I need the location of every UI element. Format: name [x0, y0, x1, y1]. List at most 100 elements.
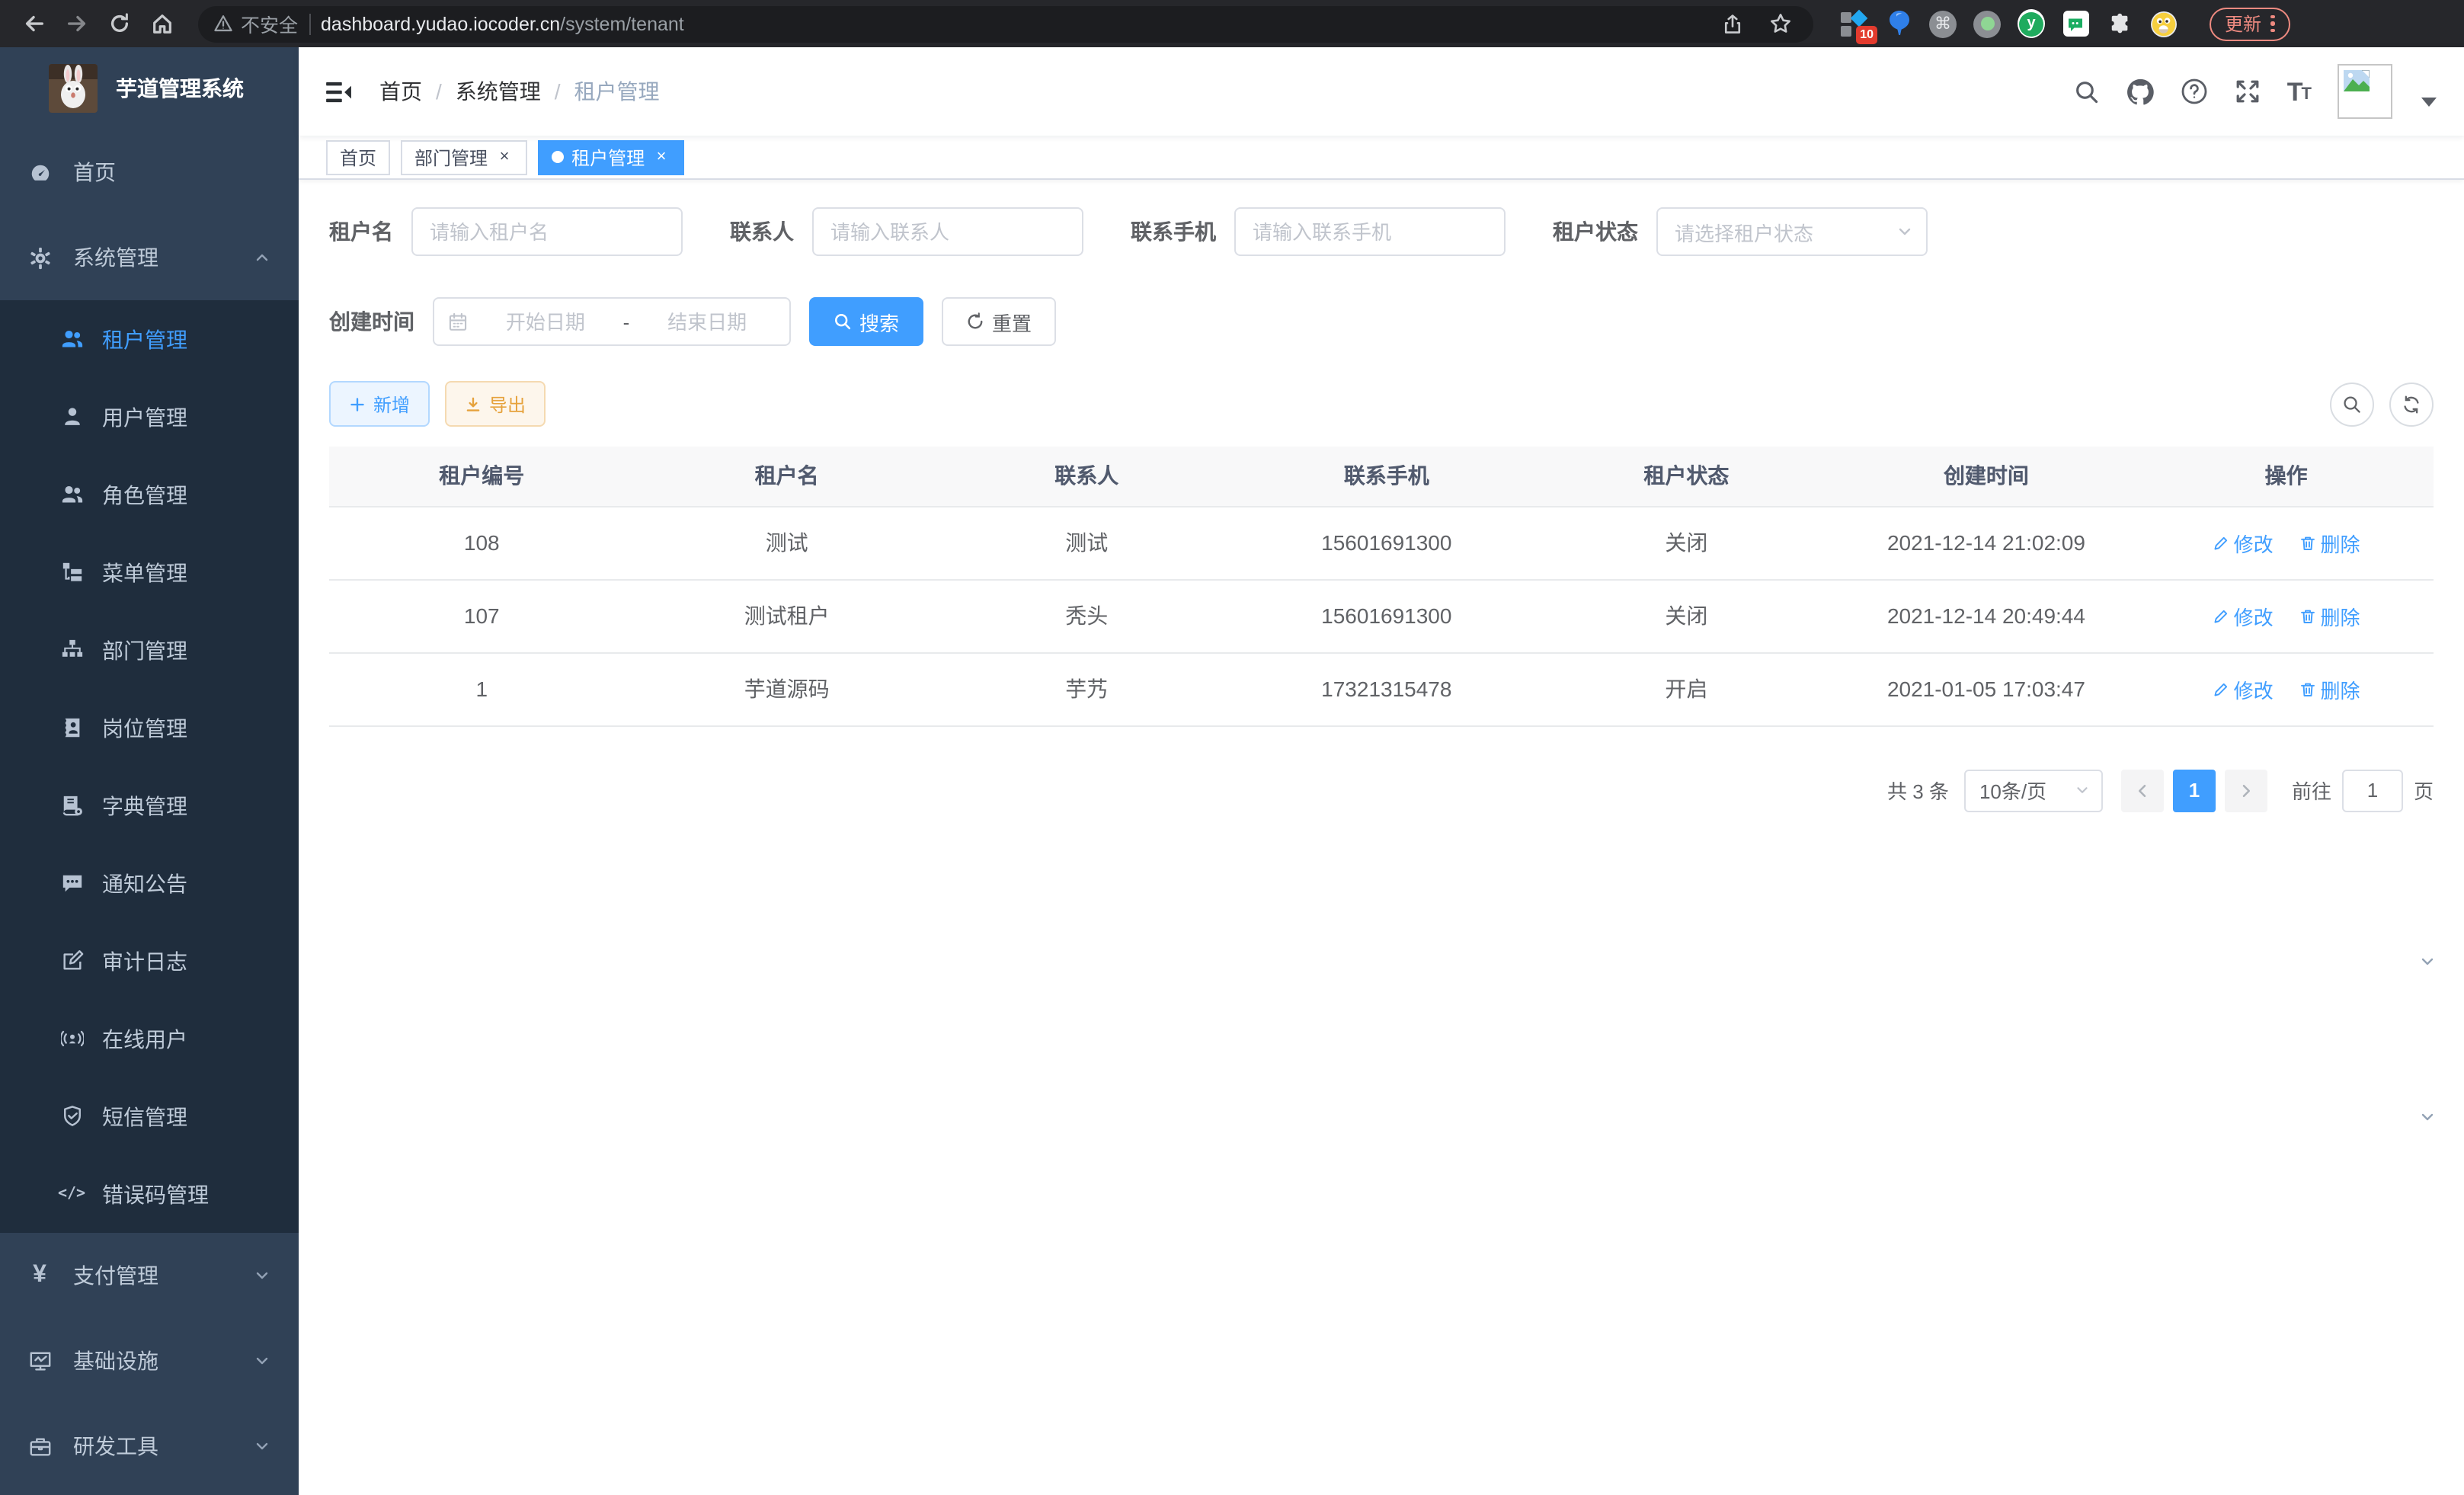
delete-link[interactable]: 删除 [2299, 674, 2360, 703]
browser-menu-icon[interactable] [2270, 15, 2274, 33]
sidebar-item-user[interactable]: 用户管理 [0, 378, 299, 456]
sidebar-item-label: 在线用户 [102, 1023, 187, 1054]
sidebar-item-tenant[interactable]: 租户管理 [0, 300, 299, 378]
tag-home[interactable]: 首页 [326, 139, 390, 174]
status-label: 租户状态 [1553, 216, 1638, 247]
security-warning[interactable]: 不安全 [213, 9, 298, 38]
extension-balloon-icon[interactable] [1885, 10, 1912, 37]
security-label: 不安全 [241, 9, 298, 38]
browser-back-icon[interactable] [15, 5, 52, 42]
toolbox-icon [27, 1435, 52, 1458]
search-button[interactable]: 搜索 [809, 297, 923, 346]
page-number-1[interactable]: 1 [2173, 769, 2216, 812]
avatar[interactable] [2338, 64, 2392, 119]
sidebar-item-sms[interactable]: 短信管理 [0, 1077, 299, 1155]
address-bar[interactable]: 不安全 dashboard.yudao.iocoder.cn/system/te… [198, 5, 1813, 42]
extension-messenger-icon[interactable] [2062, 10, 2089, 37]
delete-link[interactable]: 删除 [2299, 528, 2360, 557]
sidebar-item-dict[interactable]: 字典管理 [0, 767, 299, 844]
sidebar-item-label: 首页 [73, 157, 116, 187]
tag-tenant[interactable]: 租户管理 × [538, 139, 684, 174]
pen-icon [2213, 534, 2229, 551]
goto-page-input[interactable] [2342, 769, 2403, 812]
add-button[interactable]: 新增 [329, 381, 430, 427]
sidebar-logo[interactable]: 芋道管理系统 [0, 47, 299, 130]
sidebar-item-home[interactable]: 首页 [0, 130, 299, 215]
bookmark-star-icon[interactable] [1762, 5, 1798, 42]
omnibox-divider [309, 13, 310, 34]
close-icon[interactable]: × [495, 148, 514, 166]
extension-y-icon[interactable]: y [2018, 10, 2045, 37]
sidebar-item-tool[interactable]: 研发工具 [0, 1404, 299, 1489]
font-size-icon[interactable]: TT [2287, 78, 2312, 104]
table-row: 1 芋道源码 芋艿 17321315478 开启 2021-01-05 17:0… [329, 652, 2434, 725]
sidebar-item-menu[interactable]: 菜单管理 [0, 533, 299, 611]
edit-link[interactable]: 修改 [2213, 528, 2274, 557]
sidebar-item-post[interactable]: 岗位管理 [0, 689, 299, 767]
start-date-input[interactable] [477, 310, 614, 333]
browser-home-icon[interactable] [143, 5, 180, 42]
sidebar-item-notice[interactable]: 通知公告 [0, 844, 299, 922]
next-page-button[interactable] [2225, 769, 2267, 812]
edit-link[interactable]: 修改 [2213, 601, 2274, 630]
url-text: dashboard.yudao.iocoder.cn/system/tenant [321, 13, 684, 34]
reset-button[interactable]: 重置 [942, 297, 1056, 346]
export-button[interactable]: 导出 [445, 381, 546, 427]
tag-dept[interactable]: 部门管理 × [401, 139, 527, 174]
sidebar-item-audit[interactable]: 审计日志 [0, 922, 299, 1000]
yen-icon: ¥ [27, 1262, 52, 1289]
sidebar-item-online[interactable]: 在线用户 [0, 1000, 299, 1077]
extension-emoji-icon[interactable] [2150, 10, 2178, 37]
github-icon[interactable] [2126, 77, 2155, 106]
status-select[interactable]: 请选择租户状态 [1656, 207, 1928, 256]
cell-contact: 芋艿 [939, 652, 1234, 725]
sidebar-item-errcode[interactable]: </> 错误码管理 [0, 1155, 299, 1233]
tag-label: 租户管理 [571, 144, 645, 170]
delete-link[interactable]: 删除 [2299, 601, 2360, 630]
code-icon: </> [59, 1186, 84, 1202]
sidebar-item-system[interactable]: 系统管理 [0, 215, 299, 300]
page-size-select[interactable]: 10条/页 [1964, 769, 2103, 812]
date-range-picker[interactable]: - [433, 297, 791, 346]
edit-link[interactable]: 修改 [2213, 674, 2274, 703]
app-title: 芋道管理系统 [116, 73, 244, 104]
end-date-input[interactable] [638, 310, 776, 333]
cell-status: 开启 [1539, 652, 1834, 725]
breadcrumb-system[interactable]: 系统管理 [456, 76, 541, 107]
tag-label: 部门管理 [414, 144, 488, 170]
refresh-table-button[interactable] [2389, 382, 2434, 426]
tenant-name-input[interactable] [411, 207, 683, 256]
help-icon[interactable] [2181, 78, 2208, 105]
cell-name: 测试 [634, 506, 939, 579]
toggle-search-button[interactable] [2330, 382, 2374, 426]
sidebar-item-infra[interactable]: 基础设施 [0, 1318, 299, 1404]
extension-tab-manager-icon[interactable]: 10 [1841, 10, 1868, 37]
sidebar-item-dept[interactable]: 部门管理 [0, 611, 299, 689]
pagination-total: 共 3 条 [1887, 776, 1949, 805]
sidebar: 芋道管理系统 首页 系统管理 [0, 47, 299, 1495]
browser-update-button[interactable]: 更新 [2210, 7, 2290, 40]
browser-forward-icon[interactable] [58, 5, 94, 42]
browser-reload-icon[interactable] [101, 5, 137, 42]
share-icon[interactable] [1714, 5, 1751, 42]
extensions-puzzle-icon[interactable] [2106, 10, 2133, 37]
caret-down-icon[interactable] [2421, 98, 2437, 107]
close-icon[interactable]: × [652, 148, 670, 166]
fullscreen-icon[interactable] [2234, 78, 2261, 105]
prev-page-button[interactable] [2121, 769, 2164, 812]
chevron-down-icon [2074, 782, 2091, 799]
plus-icon [349, 395, 366, 412]
sidebar-toggle-icon[interactable] [326, 80, 352, 103]
sidebar-item-role[interactable]: 角色管理 [0, 456, 299, 533]
mobile-input[interactable] [1234, 207, 1506, 256]
contact-input[interactable] [812, 207, 1083, 256]
sidebar-item-pay[interactable]: ¥ 支付管理 [0, 1233, 299, 1318]
col-header-created: 创建时间 [1834, 447, 2139, 506]
sidebar-item-label: 系统管理 [73, 242, 158, 273]
cell-actions: 修改 删除 [2139, 579, 2434, 652]
extension-recorder-icon[interactable] [1973, 10, 2001, 37]
header-search-icon[interactable] [2074, 78, 2100, 104]
extension-command-icon[interactable]: ⌘ [1929, 10, 1957, 37]
chevron-up-icon [253, 248, 271, 267]
breadcrumb-home[interactable]: 首页 [379, 76, 422, 107]
